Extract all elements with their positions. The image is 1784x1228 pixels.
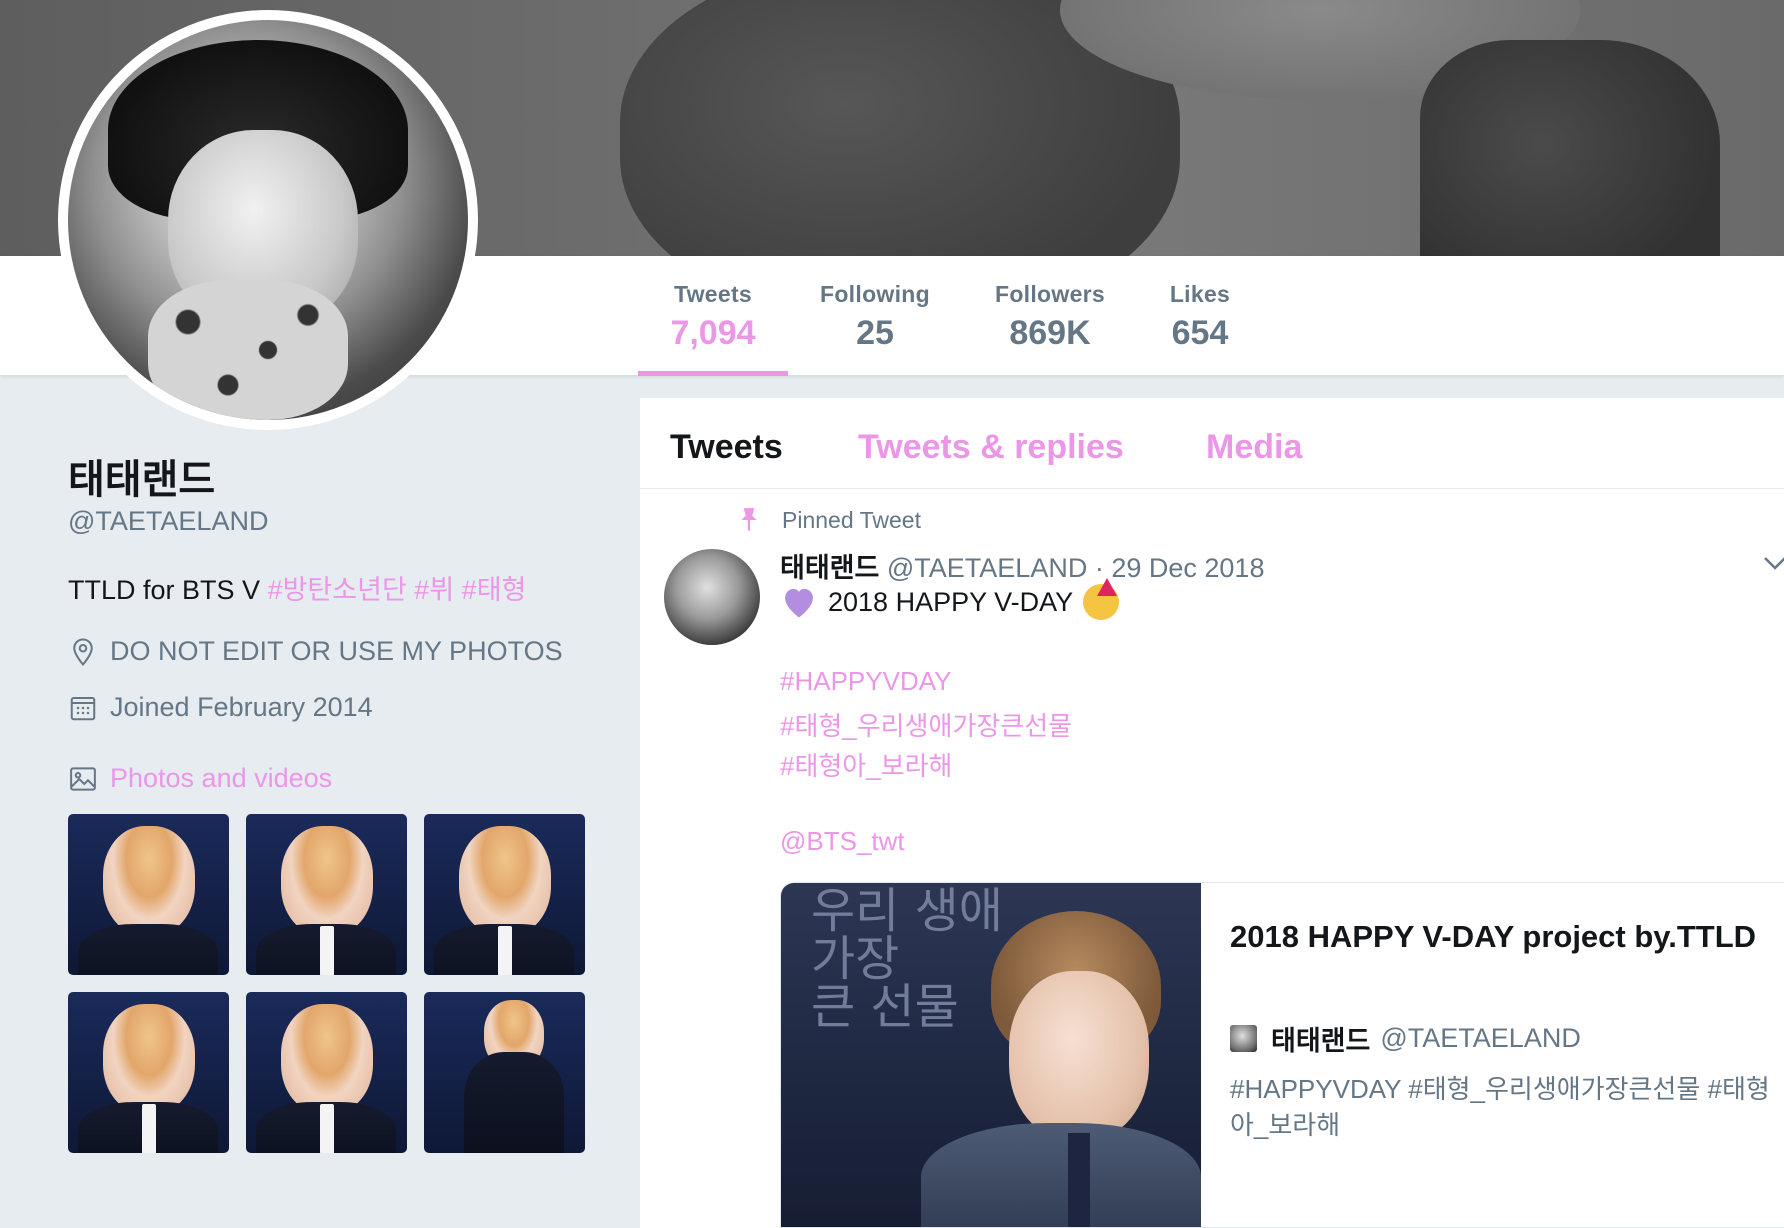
stat-tweets-label: Tweets [673,281,753,307]
card-image-line: 큰 선물 [811,979,959,1035]
tweet-hashtag[interactable]: #HAPPYVDAY [780,666,951,697]
media-thumbnail[interactable] [246,814,407,975]
tab-tweets[interactable]: Tweets [670,428,783,467]
card-image: 우리 생애 가장 큰 선물 [781,883,1201,1227]
stat-followers-label: Followers [994,281,1106,307]
thumb-suit [464,1052,564,1153]
tweet-author-avatar[interactable] [664,549,760,645]
media-thumbnail[interactable] [68,992,229,1153]
location-pin-icon [73,637,93,666]
card-title: 2018 HAPPY V-DAY project by.TTLD [1230,919,1757,954]
tweet-date[interactable]: · 29 Dec 2018 [1095,553,1265,583]
tweet-hashtag[interactable]: #태형아_보라해 [780,746,952,783]
party-face-icon [1083,578,1120,620]
tab-media[interactable]: Media [1206,428,1302,467]
tweet-author-handle[interactable]: @TAETAELAND [887,553,1087,583]
profile-name: 태태랜드 [68,458,216,502]
joined-text: Joined February 2014 [110,692,373,722]
pinned-indicator: Pinned Tweet [736,506,921,534]
media-thumbnail[interactable] [424,814,585,975]
tweet-mention[interactable]: @BTS_twt [780,826,905,857]
timeline-tabs: Tweets Tweets & replies Media [640,398,1784,489]
card-author-handle: @TAETAELAND [1380,1023,1581,1053]
profile-bio: TTLD for BTS V #방탄소년단 #뷔 #태형 [68,568,526,607]
pin-icon [741,508,757,531]
chevron-down-icon[interactable] [1760,548,1784,578]
thumb-head [103,826,195,936]
bio-tag[interactable]: #태형 [462,575,527,605]
stat-tweets-value: 7,094 [670,314,756,352]
stat-followers[interactable]: Followers 869K [985,256,1115,376]
stat-followers-value: 869K [1009,314,1091,352]
stat-following[interactable]: Following 25 [810,256,940,376]
tweet-header: 태태랜드 @TAETAELAND · 29 Dec 2018 [780,546,1264,585]
card-author-name: 태태랜드 [1271,1026,1371,1056]
bio-text: TTLD for BTS V [68,575,261,605]
stat-tweets[interactable]: Tweets 7,094 [638,256,788,376]
bio-tag[interactable]: #뷔 [414,575,454,605]
thumb-head [459,826,551,936]
bio-tag[interactable]: #방탄소년단 [268,575,407,605]
photos-and-videos-link[interactable]: Photos and videos [68,763,332,794]
profile-joined: Joined February 2014 [68,692,373,723]
card-author-avatar [1230,1025,1257,1052]
thumb-tie [498,926,512,975]
card-person-suit [921,1123,1201,1227]
card-author: 태태랜드 @TAETAELAND [1230,1019,1581,1058]
tweet-author-name[interactable]: 태태랜드 [780,553,879,583]
thumb-tie [320,926,334,975]
link-preview-card[interactable]: 우리 생애 가장 큰 선물 2018 HAPPY V-DAY project b… [780,882,1784,1228]
thumb-suit [78,924,218,975]
profile-avatar[interactable] [58,10,478,430]
media-thumbnail[interactable] [68,814,229,975]
photo-grid [68,814,588,1153]
media-thumbnail[interactable] [424,992,585,1153]
stat-following-value: 25 [856,314,894,352]
thumb-head [281,826,373,936]
image-icon [70,766,96,791]
stat-likes-label: Likes [1169,281,1231,307]
card-person-face [1009,971,1149,1141]
photos-label: Photos and videos [110,763,333,793]
card-description: #HAPPYVDAY #태형_우리생애가장큰선물 #태형아_보라해 [1230,1074,1770,1140]
calendar-icon [70,696,96,720]
tab-tweets-and-replies[interactable]: Tweets & replies [858,428,1124,467]
location-text: DO NOT EDIT OR USE MY PHOTOS [110,636,563,666]
purple-heart-icon [785,588,813,618]
stat-likes[interactable]: Likes 654 [1160,256,1240,376]
tweet-text: 2018 HAPPY V-DAY [780,578,1120,620]
profile-location: DO NOT EDIT OR USE MY PHOTOS [68,636,563,667]
profile-handle: @TAETAELAND [68,506,269,536]
timeline: Tweets Tweets & replies Media Pinned Twe… [640,398,1784,1228]
avatar-photo [68,20,468,420]
card-image-line: 가장 [811,931,900,987]
tweet-hashtag[interactable]: #태형_우리생애가장큰선물 [780,706,1072,743]
media-thumbnail[interactable] [246,992,407,1153]
card-image-line: 우리 생애 [811,883,1003,939]
card-person-tie [1068,1133,1090,1227]
pinned-label: Pinned Tweet [782,506,921,533]
tweet-text-content: 2018 HAPPY V-DAY [828,586,1074,617]
stat-following-label: Following [819,281,930,307]
stat-likes-value: 654 [1171,314,1229,352]
thumb-tie [142,1104,156,1153]
thumb-tie [320,1104,334,1153]
avatar-fur [148,280,348,420]
thumb-head [281,1004,373,1114]
thumb-head [103,1004,195,1114]
card-image-text: 우리 생애 가장 큰 선물 [811,887,1003,1031]
banner-shoulder [1420,40,1720,256]
